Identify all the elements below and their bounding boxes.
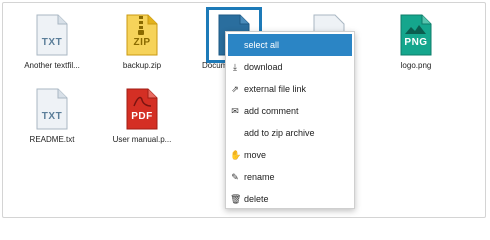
file-item[interactable]: PNG logo.png xyxy=(378,14,454,70)
file-name: README.txt xyxy=(29,135,75,144)
file-name: Another textfil... xyxy=(24,61,80,70)
png-file-icon: PNG xyxy=(399,14,433,56)
file-item[interactable]: TXT README.txt xyxy=(14,88,90,144)
txt-file-icon: TXT xyxy=(35,88,69,130)
hand-icon: ✋ xyxy=(230,150,242,160)
menu-item-rename[interactable]: ✎ rename xyxy=(226,166,354,188)
context-menu: select all ⤓ download ⇗ external file li… xyxy=(225,31,355,209)
file-name: logo.png xyxy=(400,61,432,70)
comment-icon: ✉ xyxy=(231,106,239,116)
menu-item-download[interactable]: ⤓ download xyxy=(226,56,354,78)
pdf-file-icon: PDF xyxy=(125,88,159,130)
menu-item-select-all[interactable]: select all xyxy=(228,34,352,56)
link-icon: ⇗ xyxy=(231,84,239,94)
menu-item-move[interactable]: ✋ move xyxy=(226,144,354,166)
file-item[interactable]: ZIP backup.zip xyxy=(104,14,180,70)
menu-item-add-comment[interactable]: ✉ add comment xyxy=(226,100,354,122)
menu-item-delete[interactable]: 🗑 delete xyxy=(226,188,354,210)
download-icon: ⤓ xyxy=(233,62,237,72)
menu-item-external-link[interactable]: ⇗ external file link xyxy=(226,78,354,100)
menu-item-add-to-zip[interactable]: add to zip archive xyxy=(226,122,354,144)
file-name: User manual.p... xyxy=(112,135,172,144)
txt-file-icon: TXT xyxy=(35,14,69,56)
file-item[interactable]: TXT Another textfil... xyxy=(14,14,90,70)
zip-file-icon: ZIP xyxy=(125,14,159,56)
pencil-icon: ✎ xyxy=(231,172,239,182)
file-item[interactable]: PDF User manual.p... xyxy=(104,88,180,144)
file-name: backup.zip xyxy=(122,61,162,70)
trash-icon: 🗑 xyxy=(230,194,242,204)
